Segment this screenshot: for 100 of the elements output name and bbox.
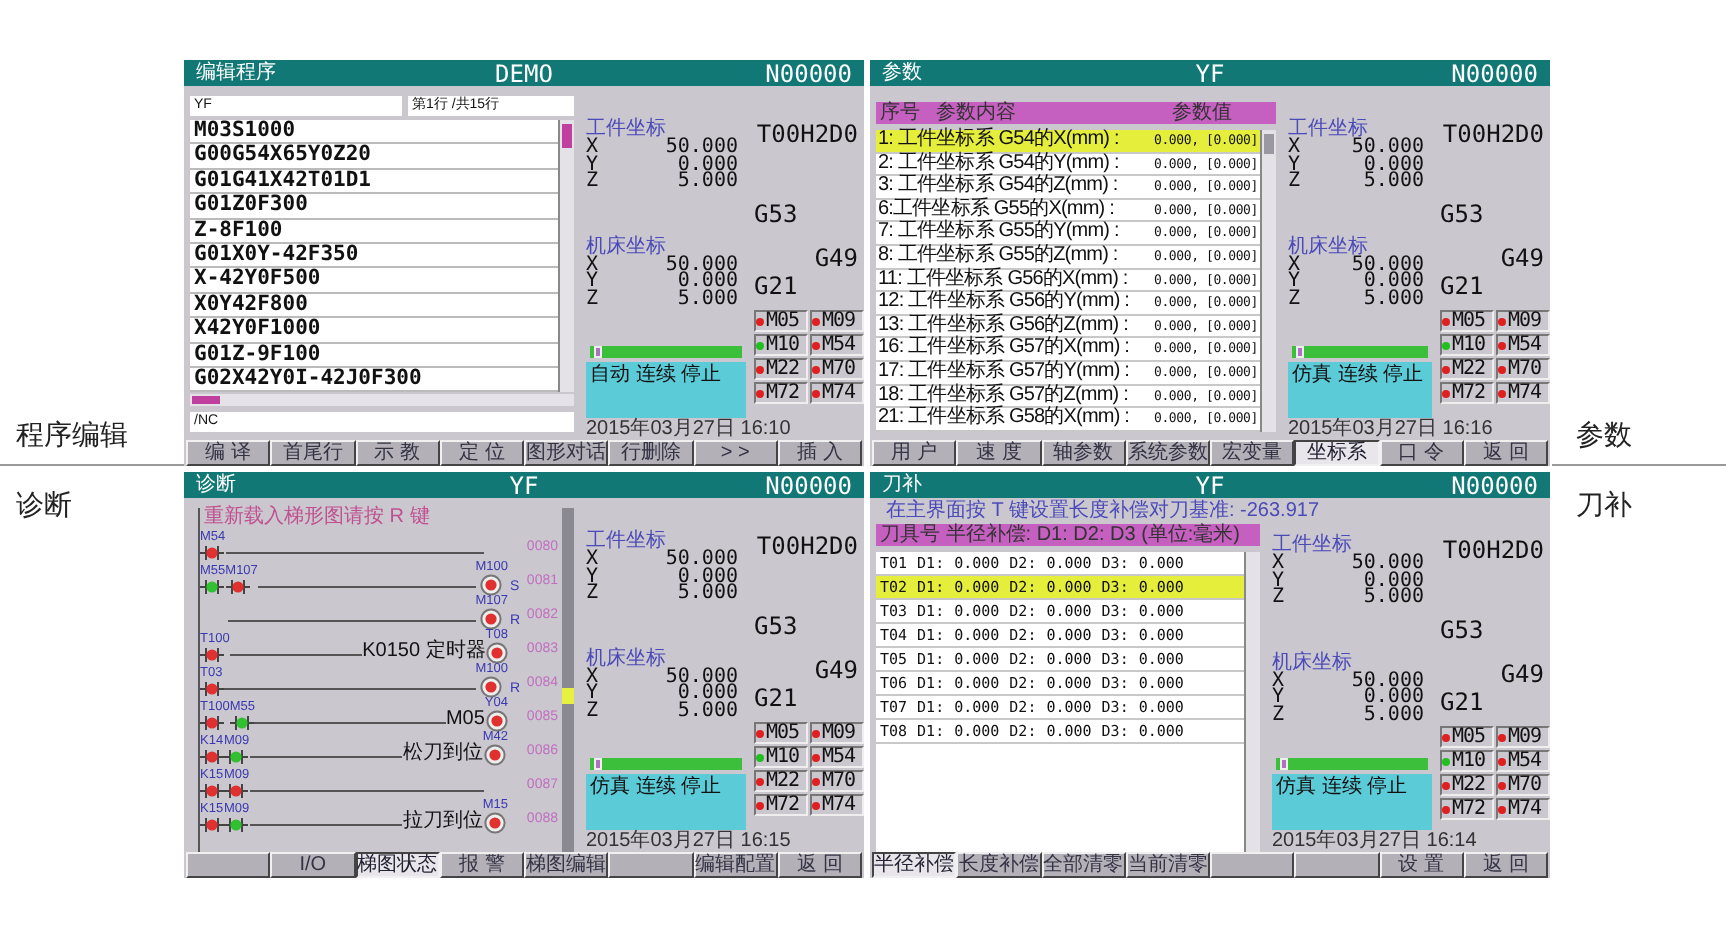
- program-line[interactable]: X0Y42F800: [190, 293, 558, 319]
- m-code: M10: [766, 748, 800, 766]
- program-line[interactable]: G02X42Y0I-42J0F300: [190, 367, 558, 393]
- m-code: M74: [1508, 384, 1542, 402]
- softkey[interactable]: 长度补偿: [956, 852, 1041, 878]
- softkey[interactable]: 编辑配置: [693, 852, 778, 878]
- softkey[interactable]: 全部清零: [1041, 852, 1126, 878]
- work-coordinate: 50.000: [665, 140, 738, 157]
- program-line[interactable]: G01G41X42T01D1: [190, 169, 558, 195]
- scrollbar[interactable]: [558, 120, 574, 393]
- m-code: M10: [1452, 336, 1486, 354]
- block-number: N00000: [763, 60, 852, 87]
- m-code: M54: [822, 748, 856, 766]
- softkey[interactable]: [1210, 852, 1295, 878]
- softkey[interactable]: 用 户: [872, 440, 957, 466]
- program-line[interactable]: X-42Y0F500: [190, 268, 558, 294]
- work-coordinate: 0.000: [677, 157, 738, 174]
- scrollbar[interactable]: [190, 394, 574, 407]
- scrollbar[interactable]: [1244, 552, 1260, 852]
- scrollbar[interactable]: [1260, 130, 1276, 432]
- softkey[interactable]: 编 译: [186, 440, 271, 466]
- axis-label: Z: [1288, 174, 1301, 191]
- mode-status: 自动 连续 停止: [586, 362, 746, 418]
- softkey[interactable]: 报 警: [439, 852, 524, 878]
- program-line[interactable]: G01X0Y-42F350: [190, 243, 558, 269]
- modal-code: G53: [754, 202, 798, 226]
- scrollbar[interactable]: [562, 508, 574, 852]
- parameter-name: 11: 工件坐标系 G56的X(mm) :: [878, 269, 1128, 290]
- modal-code: G53: [754, 614, 798, 638]
- m-code: M70: [1508, 776, 1542, 794]
- softkey[interactable]: 梯图编辑: [524, 852, 609, 878]
- machine-coordinate: 50.000: [1351, 673, 1424, 690]
- program-title: YF: [507, 472, 541, 499]
- coil-note: 松刀到位: [402, 744, 483, 764]
- m-code: M05: [1452, 728, 1486, 746]
- machine-coordinate: 50.000: [665, 669, 738, 686]
- program-line[interactable]: G01Z0F300: [190, 194, 558, 220]
- axis-label: Z: [586, 291, 599, 308]
- axis-label: Y: [586, 157, 599, 174]
- coil-icon: [480, 574, 503, 596]
- modal-code: G21: [754, 274, 798, 298]
- softkey[interactable]: [186, 852, 271, 878]
- m-code: M70: [1508, 360, 1542, 378]
- m-code: M54: [1508, 336, 1542, 354]
- tool-code: T00H2D0: [756, 534, 858, 558]
- m-code: M74: [1508, 800, 1542, 818]
- softkey[interactable]: 当前清零: [1125, 852, 1210, 878]
- coil-icon: [485, 710, 508, 732]
- softkey[interactable]: 宏变量: [1210, 440, 1295, 466]
- softkey[interactable]: I/O: [270, 852, 355, 878]
- program-line[interactable]: G00G54X65Y0Z20: [190, 144, 558, 170]
- machine-coordinate: 50.000: [1351, 257, 1424, 274]
- softkey[interactable]: 口 令: [1379, 440, 1464, 466]
- program-line[interactable]: M03S1000: [190, 120, 558, 145]
- modal-code: G49: [814, 658, 858, 682]
- softkey[interactable]: 首尾行: [270, 440, 355, 466]
- softkey[interactable]: 轴参数: [1041, 440, 1126, 466]
- axis-label: X: [586, 552, 599, 569]
- softkey[interactable]: 返 回: [1463, 440, 1548, 466]
- softkey[interactable]: 坐标系: [1294, 440, 1379, 466]
- program-line[interactable]: X42Y0F1000: [190, 318, 558, 344]
- axis-label: X: [586, 140, 599, 157]
- parameter-name: 13: 工件坐标系 G56的Z(mm) :: [878, 315, 1128, 336]
- softkey[interactable]: 示 教: [355, 440, 440, 466]
- softkey[interactable]: [1294, 852, 1379, 878]
- softkey[interactable]: 返 回: [1463, 852, 1548, 878]
- work-coordinate: 0.000: [1363, 573, 1424, 590]
- coil-note: K0150 定时器: [362, 642, 486, 662]
- m-code: M10: [766, 336, 800, 354]
- softkey[interactable]: 半径补偿: [872, 852, 957, 878]
- parameter-name: 21: 工件坐标系 G58的X(mm) :: [878, 408, 1130, 430]
- section-label: 刀补: [1576, 486, 1634, 524]
- coordinate-label: 工件坐标: [586, 118, 667, 140]
- parameter-name: 7: 工件坐标系 G55的Y(mm) :: [878, 222, 1119, 243]
- softkey[interactable]: 插 入: [777, 440, 862, 466]
- ladder-hint: 重新载入梯形图请按 R 键: [204, 508, 432, 528]
- axis-label: X: [1272, 556, 1285, 573]
- softkey[interactable]: 系统参数: [1125, 440, 1210, 466]
- work-coordinate: 5.000: [1363, 174, 1424, 191]
- machine-coordinate: 5.000: [1363, 707, 1424, 724]
- softkey[interactable]: 定 位: [439, 440, 524, 466]
- program-line[interactable]: G01Z-9F100: [190, 343, 558, 368]
- axis-label: X: [1288, 257, 1301, 274]
- coil-note: M05: [445, 710, 485, 730]
- softkey[interactable]: [608, 852, 693, 878]
- modal-code: G53: [1440, 618, 1484, 642]
- modal-code: G49: [814, 246, 858, 270]
- coil-icon: [484, 812, 507, 834]
- softkey[interactable]: 图形对话: [524, 440, 609, 466]
- coil-icon: [484, 744, 507, 766]
- softkey[interactable]: 速 度: [956, 440, 1041, 466]
- coil-icon: [480, 608, 503, 630]
- softkey[interactable]: 行删除: [608, 440, 693, 466]
- softkey[interactable]: > >: [693, 440, 778, 466]
- program-line[interactable]: Z-8F100: [190, 219, 558, 244]
- axis-label: Y: [1272, 690, 1285, 707]
- screen-name: 参数: [882, 61, 924, 85]
- softkey[interactable]: 设 置: [1379, 852, 1464, 878]
- axis-label: Y: [586, 686, 599, 703]
- softkey[interactable]: 返 回: [777, 852, 862, 878]
